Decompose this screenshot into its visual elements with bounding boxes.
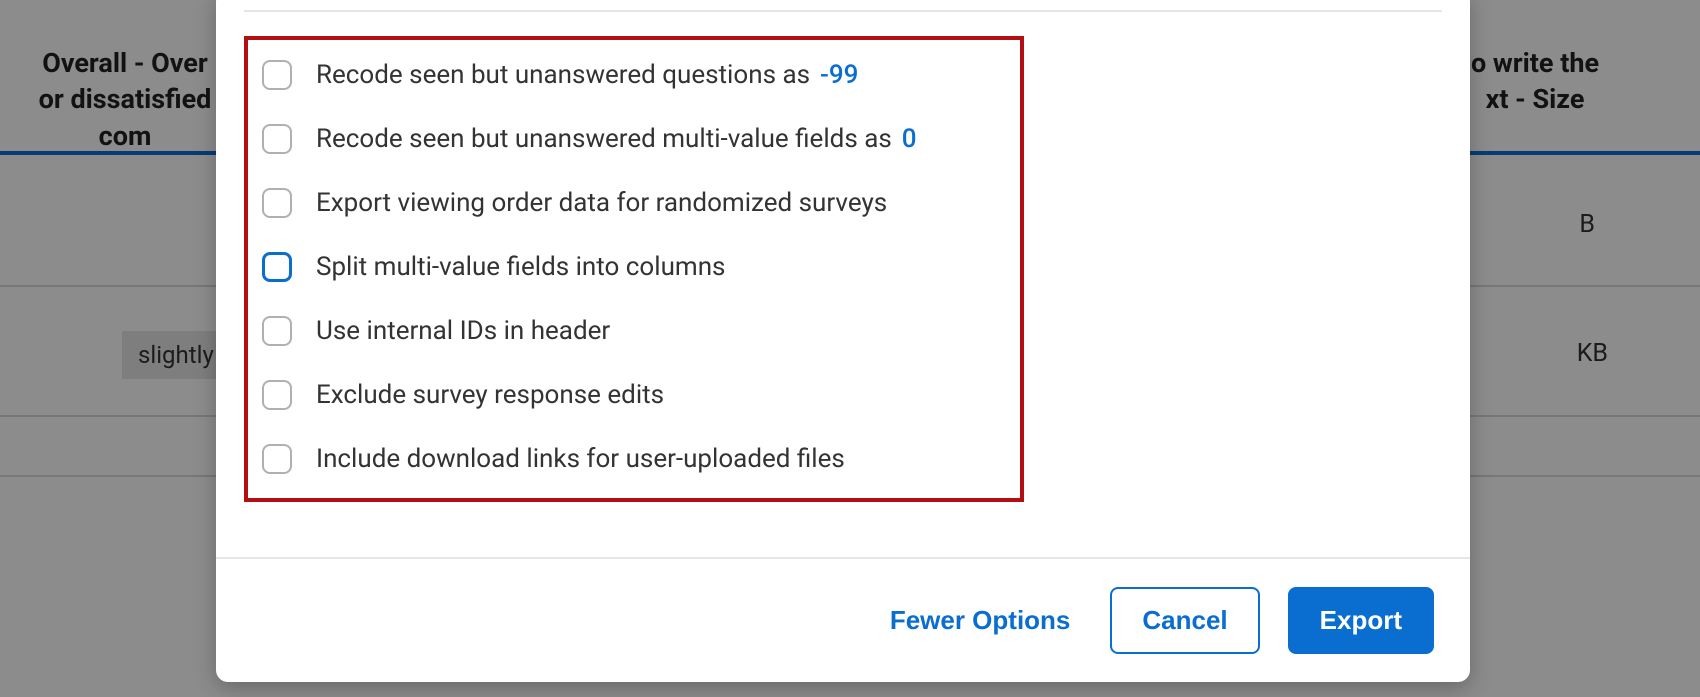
divider xyxy=(244,10,1442,12)
option-value[interactable]: 0 xyxy=(902,124,917,154)
option-exclude-edits: Exclude survey response edits xyxy=(262,380,1006,410)
option-label: Split multi-value fields into columns xyxy=(316,252,725,282)
option-label: Include download links for user-uploaded… xyxy=(316,444,845,474)
option-label: Use internal IDs in header xyxy=(316,316,610,346)
option-label: Recode seen but unanswered questions as … xyxy=(316,60,858,90)
option-text: Use internal IDs in header xyxy=(316,316,610,346)
option-text: Recode seen but unanswered questions as xyxy=(316,60,810,90)
checkbox[interactable] xyxy=(262,124,292,154)
advanced-options-highlight: Recode seen but unanswered questions as … xyxy=(244,36,1024,502)
fewer-options-button[interactable]: Fewer Options xyxy=(878,595,1083,646)
option-recode-unanswered: Recode seen but unanswered questions as … xyxy=(262,60,1006,90)
option-text: Split multi-value fields into columns xyxy=(316,252,725,282)
modal-body: Recode seen but unanswered questions as … xyxy=(216,0,1470,557)
option-text: Exclude survey response edits xyxy=(316,380,664,410)
modal-footer: Fewer Options Cancel Export xyxy=(216,557,1470,682)
option-value[interactable]: -99 xyxy=(820,60,858,90)
checkbox[interactable] xyxy=(262,60,292,90)
export-options-modal: Recode seen but unanswered questions as … xyxy=(216,0,1470,682)
option-label: Exclude survey response edits xyxy=(316,380,664,410)
export-button[interactable]: Export xyxy=(1288,587,1434,654)
option-split-multivalue: Split multi-value fields into columns xyxy=(262,252,1006,282)
option-text: Include download links for user-uploaded… xyxy=(316,444,845,474)
option-text: Recode seen but unanswered multi-value f… xyxy=(316,124,892,154)
cancel-button[interactable]: Cancel xyxy=(1110,587,1259,654)
option-internal-ids: Use internal IDs in header xyxy=(262,316,1006,346)
option-label: Export viewing order data for randomized… xyxy=(316,188,887,218)
option-recode-multivalue: Recode seen but unanswered multi-value f… xyxy=(262,124,1006,154)
checkbox[interactable] xyxy=(262,444,292,474)
option-include-download-links: Include download links for user-uploaded… xyxy=(262,444,1006,474)
checkbox[interactable] xyxy=(262,316,292,346)
checkbox[interactable] xyxy=(262,380,292,410)
option-text: Export viewing order data for randomized… xyxy=(316,188,887,218)
checkbox[interactable] xyxy=(262,252,292,282)
option-export-viewing-order: Export viewing order data for randomized… xyxy=(262,188,1006,218)
checkbox[interactable] xyxy=(262,188,292,218)
option-label: Recode seen but unanswered multi-value f… xyxy=(316,124,917,154)
